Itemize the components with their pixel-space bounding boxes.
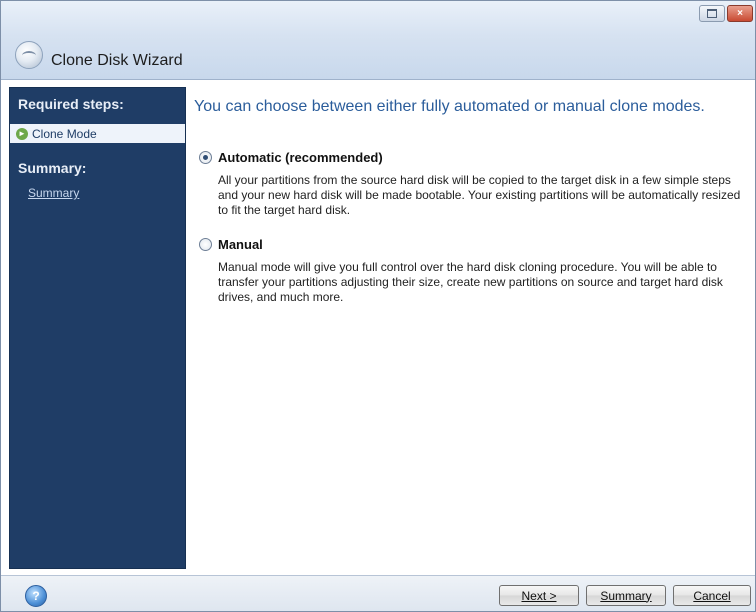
close-button[interactable]: × <box>727 5 753 22</box>
wizard-footer: ? Next > Summary Cancel <box>1 575 755 611</box>
automatic-radio[interactable] <box>199 151 212 164</box>
close-icon: × <box>737 8 743 19</box>
app-disk-icon <box>15 41 43 69</box>
steps-sidebar: Required steps: ► Clone Mode Summary: Su… <box>9 87 186 569</box>
manual-option: Manual Manual mode will give you full co… <box>199 237 749 305</box>
summary-heading: Summary: <box>18 160 87 176</box>
manual-radio-row[interactable]: Manual <box>199 237 749 252</box>
cancel-button[interactable]: Cancel <box>673 585 751 606</box>
window-title: Clone Disk Wizard <box>51 52 183 69</box>
title-bar[interactable]: Clone Disk Wizard × <box>1 1 755 80</box>
manual-radio[interactable] <box>199 238 212 251</box>
summary-button[interactable]: Summary <box>586 585 666 606</box>
sidebar-item-label: Clone Mode <box>32 126 97 141</box>
clone-disk-wizard-window: Clone Disk Wizard × Required steps: ► Cl… <box>0 0 756 612</box>
restore-button[interactable] <box>699 5 725 22</box>
automatic-option: Automatic (recommended) All your partiti… <box>199 150 749 218</box>
sidebar-item-summary[interactable]: Summary <box>28 186 79 200</box>
automatic-description: All your partitions from the source hard… <box>218 173 741 217</box>
manual-label[interactable]: Manual <box>218 237 263 252</box>
required-steps-heading: Required steps: <box>18 96 124 112</box>
current-step-arrow-icon: ► <box>16 127 28 140</box>
automatic-radio-row[interactable]: Automatic (recommended) <box>199 150 749 165</box>
manual-description: Manual mode will give you full control o… <box>218 260 723 304</box>
window-controls: × <box>699 5 753 22</box>
automatic-label[interactable]: Automatic (recommended) <box>218 150 383 165</box>
restore-icon <box>707 9 717 18</box>
help-icon[interactable]: ? <box>25 585 47 607</box>
next-button[interactable]: Next > <box>499 585 579 606</box>
page-title: You can choose between either fully auto… <box>194 98 705 115</box>
sidebar-item-clone-mode[interactable]: ► Clone Mode <box>10 124 185 143</box>
